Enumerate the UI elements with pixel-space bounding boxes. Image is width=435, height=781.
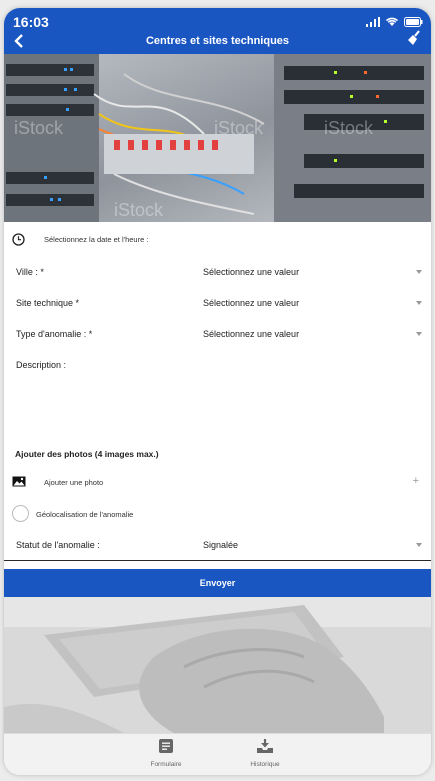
signal-icon (366, 16, 380, 27)
download-tray-icon (257, 739, 273, 753)
anomalie-type-label: Type d'anomalie : * (16, 329, 93, 339)
tab-formulaire-label: Formulaire (150, 761, 182, 768)
tab-formulaire[interactable]: Formulaire (136, 738, 196, 768)
statut-value: Signalée (203, 540, 239, 550)
clear-form-button[interactable] (405, 29, 425, 49)
anomalie-type-select[interactable]: Type d'anomalie : * Sélectionnez une val… (4, 318, 431, 351)
description-label: Description : (16, 360, 67, 370)
ville-label: Ville : * (16, 267, 44, 277)
anomalie-type-value: Sélectionnez une valeur (203, 329, 300, 339)
add-photo-label: Ajouter une photo (44, 478, 104, 487)
status-icons (366, 16, 423, 27)
phone-screen: 16:03 Centres et sites techniques iStock… (4, 8, 431, 775)
ville-select[interactable]: Ville : * Sélectionnez une valeur (4, 256, 431, 288)
chevron-down-icon (416, 301, 422, 305)
tab-historique[interactable]: Historique (235, 738, 295, 768)
geolocation-label: Géolocalisation de l'anomalie (36, 510, 134, 519)
chevron-down-icon (416, 543, 422, 547)
statut-select[interactable]: Statut de l'anomalie : Signalée (4, 528, 431, 561)
geolocation-row[interactable]: Géolocalisation de l'anomalie (4, 499, 431, 529)
send-button[interactable]: Envoyer (4, 569, 431, 597)
site-select[interactable]: Site technique * Sélectionnez une valeur (4, 287, 431, 319)
statut-label: Statut de l'anomalie : (16, 540, 100, 550)
tab-historique-label: Historique (250, 761, 280, 768)
ville-value: Sélectionnez une valeur (203, 267, 300, 277)
site-label: Site technique * (16, 298, 80, 308)
datetime-label: Sélectionnez la date et l'heure : (44, 235, 149, 244)
chevron-down-icon (416, 270, 422, 274)
plus-icon[interactable]: + (413, 475, 419, 487)
background-hands-image (4, 597, 431, 733)
clock-icon (12, 233, 25, 246)
hero-watermark: iStock (324, 118, 374, 138)
hero-watermark: iStock (14, 118, 64, 138)
geolocation-toggle[interactable] (12, 505, 29, 522)
hero-watermark: iStock (114, 200, 164, 220)
add-photo-row[interactable]: Ajouter une photo + (4, 464, 431, 500)
app-header: 16:03 Centres et sites techniques (4, 8, 431, 54)
bottom-tab-bar: Formulaire Historique (4, 733, 431, 775)
page-title: Centres et sites techniques (145, 35, 290, 47)
battery-icon (404, 16, 423, 27)
site-value: Sélectionnez une valeur (203, 298, 300, 308)
hero-watermark: iStock (214, 118, 264, 138)
image-icon (12, 476, 26, 487)
datetime-row[interactable]: Sélectionnez la date et l'heure : (4, 222, 431, 257)
photos-section-header: Ajouter des photos (4 images max.) (4, 443, 431, 465)
hero-image: iStock iStock iStock iStock (4, 54, 431, 222)
status-time: 16:03 (13, 14, 49, 30)
photos-section-title: Ajouter des photos (4 images max.) (15, 449, 159, 459)
document-icon (159, 739, 173, 753)
wifi-icon (385, 17, 399, 26)
description-field[interactable]: Description : (4, 350, 431, 444)
broom-icon (408, 30, 420, 45)
chevron-down-icon (416, 332, 422, 336)
